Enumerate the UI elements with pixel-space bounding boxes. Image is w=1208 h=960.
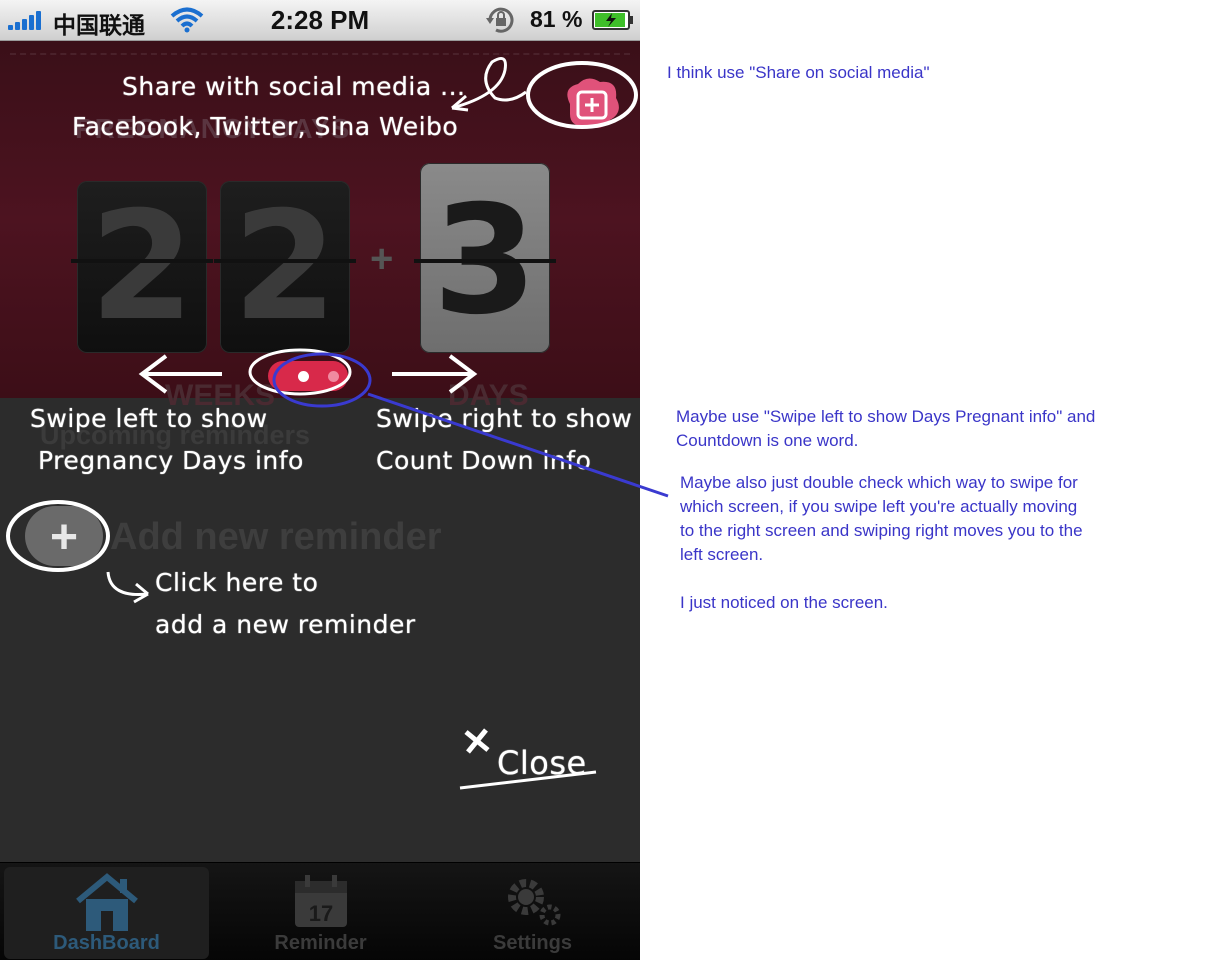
review-comment-note: I just noticed on the screen. bbox=[680, 593, 888, 612]
swipe-right-hint-line1: Swipe right to show bbox=[376, 404, 633, 433]
share-hint-line2: Facebook, Twitter, Sina Weibo bbox=[72, 112, 459, 141]
add-reminder-label[interactable]: Add new reminder bbox=[110, 516, 442, 559]
add-hint-line1: Click here to bbox=[155, 568, 319, 597]
review-comment-share: I think use "Share on social media" bbox=[667, 63, 930, 82]
status-bar: 中国联通 2:28 PM 81 % bbox=[0, 0, 640, 41]
add-reminder-button[interactable]: + bbox=[25, 506, 103, 566]
review-comment-swipe-wording: Maybe use "Swipe left to show Days Pregn… bbox=[676, 407, 1096, 450]
plus-icon: + bbox=[49, 511, 79, 564]
rotation-lock-icon bbox=[486, 7, 514, 33]
calendar-date: 17 bbox=[308, 901, 332, 926]
close-overlay-button[interactable]: Close bbox=[497, 744, 587, 782]
page-dot-active bbox=[298, 371, 309, 382]
gear-icon bbox=[507, 879, 560, 926]
review-comment-swipe-direction: Maybe also just double check which way t… bbox=[680, 473, 1083, 564]
share-icon[interactable] bbox=[560, 74, 624, 134]
swipe-left-hint-line2: Pregnancy Days info bbox=[38, 446, 304, 475]
tab-settings[interactable]: Settings bbox=[430, 867, 635, 959]
days-digit: 3 bbox=[414, 163, 556, 353]
add-hint-line2: add a new reminder bbox=[155, 610, 416, 639]
page-indicator[interactable] bbox=[268, 361, 348, 391]
battery-charging-icon bbox=[592, 10, 633, 30]
tab-bar: DashBoard 17 Reminder Settings bbox=[0, 862, 640, 960]
swipe-left-hint-line1: Swipe left to show bbox=[30, 404, 268, 433]
weeks-days-separator: + bbox=[370, 237, 394, 281]
weeks-digit-ones: 2 bbox=[214, 181, 356, 353]
weeks-digit-tens: 2 bbox=[71, 181, 213, 353]
swipe-right-hint-line2: Count Down info bbox=[376, 446, 592, 475]
share-hint-line1: Share with social media ... bbox=[122, 72, 466, 101]
battery-percent: 81 % bbox=[530, 6, 583, 32]
tab-dashboard[interactable]: DashBoard bbox=[4, 867, 209, 959]
tab-reminder[interactable]: 17 Reminder bbox=[218, 867, 423, 959]
page-dot bbox=[328, 371, 339, 382]
house-icon bbox=[75, 873, 138, 931]
phone-screen: 中国联通 2:28 PM 81 % PREGNANCY DAYS 2 2 + 3… bbox=[0, 0, 640, 960]
calendar-icon: 17 bbox=[294, 875, 347, 927]
